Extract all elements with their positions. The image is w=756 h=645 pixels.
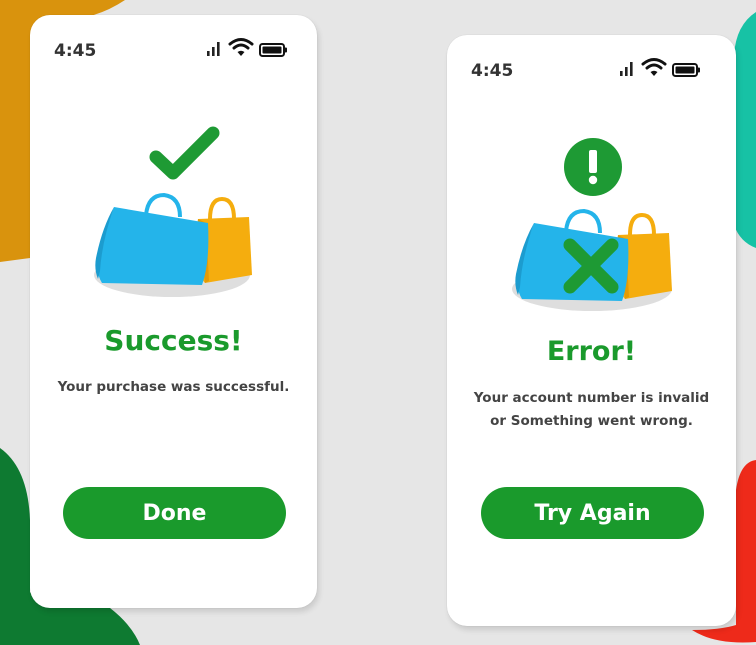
success-illustration [94, 126, 252, 297]
wifi-icon [228, 38, 254, 56]
error-illustration [512, 138, 672, 311]
checkmark-icon [149, 126, 220, 180]
status-icons [206, 37, 288, 57]
exclamation-icon [564, 138, 622, 196]
battery-icon [672, 63, 700, 77]
wifi-icon [641, 58, 667, 76]
try-again-button[interactable]: Try Again [481, 487, 704, 539]
error-message-line-1: Your account number is invalid [473, 390, 710, 406]
signal-icon [620, 62, 633, 76]
shopping-bag-icon [95, 192, 209, 285]
success-message: Your purchase was successful. [57, 379, 290, 395]
error-title: Error! [546, 336, 637, 367]
done-button[interactable]: Done [63, 487, 286, 539]
battery-icon [259, 43, 287, 57]
signal-icon [207, 42, 220, 56]
error-message-line-2: or Something went wrong. [490, 413, 693, 429]
status-time: 4:45 [471, 61, 514, 81]
status-time: 4:45 [54, 41, 97, 61]
error-phone-screen: 4:45 Error! Your account number is inval… [447, 35, 736, 626]
success-phone-screen: 4:45 Success! Your purchase was successf… [30, 15, 317, 608]
status-icons [619, 57, 701, 77]
success-title: Success! [104, 324, 243, 357]
